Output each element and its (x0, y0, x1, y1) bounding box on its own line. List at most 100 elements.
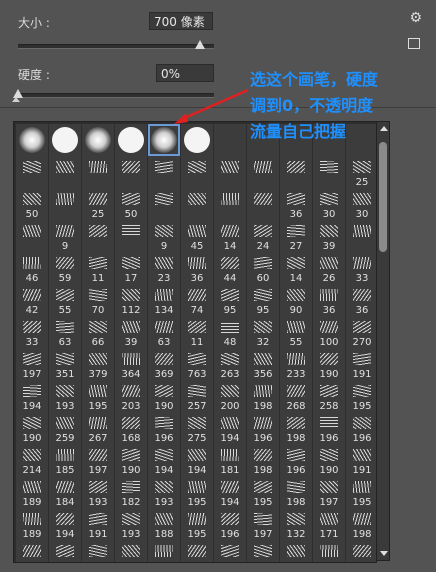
brush-preset[interactable]: 214 (16, 444, 48, 476)
brush-preset[interactable]: 195 (346, 380, 376, 412)
brush-preset[interactable]: 267 (82, 412, 114, 444)
brush-preset[interactable]: 258 (313, 380, 345, 412)
brush-preset[interactable] (280, 156, 312, 188)
brush-preset[interactable]: 197 (16, 348, 48, 380)
brush-preset[interactable]: 74 (181, 284, 213, 316)
brush-preset[interactable]: 32 (247, 316, 279, 348)
brush-preset[interactable] (346, 220, 376, 252)
hardness-input[interactable]: 0% (156, 64, 214, 82)
brush-preset[interactable]: 195 (247, 476, 279, 508)
brush-preset[interactable] (247, 156, 279, 188)
brush-preset[interactable]: 46 (16, 252, 48, 284)
brush-preset[interactable]: 195 (181, 508, 213, 540)
brush-preset[interactable]: 198 (247, 444, 279, 476)
brush-preset[interactable]: 194 (148, 444, 180, 476)
brush-preset[interactable]: 189 (16, 476, 48, 508)
brush-preset[interactable]: 188 (148, 508, 180, 540)
brush-preset[interactable]: 33 (16, 316, 48, 348)
brush-preset[interactable]: 190 (148, 380, 180, 412)
brush-preset[interactable]: 196 (346, 412, 376, 444)
brush-preset[interactable]: 196 (247, 412, 279, 444)
brush-preset[interactable]: 191 (346, 444, 376, 476)
brush-preset[interactable]: 190 (313, 348, 345, 380)
brush-preset[interactable]: 194 (49, 508, 81, 540)
brush-preset[interactable] (313, 540, 345, 562)
brush-preset[interactable] (214, 156, 246, 188)
brush-preset[interactable]: 30 (346, 188, 376, 220)
brush-preset[interactable]: 369 (148, 348, 180, 380)
brush-preset[interactable]: 27 (280, 220, 312, 252)
brush-preset[interactable]: 14 (214, 220, 246, 252)
brush-preset[interactable]: 39 (115, 316, 147, 348)
size-slider[interactable] (18, 44, 214, 49)
brush-preset[interactable]: 48 (214, 316, 246, 348)
brush-preset[interactable] (313, 156, 345, 188)
brush-preset[interactable] (214, 188, 246, 220)
brush-preset[interactable] (115, 156, 147, 188)
brush-preset[interactable]: 55 (280, 316, 312, 348)
brush-preset[interactable]: 763 (181, 348, 213, 380)
brush-preset-round[interactable] (82, 124, 114, 156)
brush-preset[interactable]: 195 (346, 476, 376, 508)
scroll-thumb[interactable] (379, 142, 387, 252)
brush-preset[interactable]: 189 (16, 508, 48, 540)
brush-preset[interactable]: 195 (181, 476, 213, 508)
brush-preset[interactable]: 36 (181, 252, 213, 284)
brush-preset[interactable]: 66 (82, 316, 114, 348)
brush-preset[interactable]: 36 (346, 284, 376, 316)
brush-preset[interactable]: 181 (214, 444, 246, 476)
brush-preset[interactable]: 190 (16, 412, 48, 444)
brush-preset-round[interactable] (16, 124, 48, 156)
brush-preset[interactable]: 168 (115, 412, 147, 444)
brush-preset[interactable]: 44 (214, 252, 246, 284)
brush-preset[interactable] (115, 220, 147, 252)
brush-preset[interactable]: 379 (82, 348, 114, 380)
brush-preset[interactable]: 182 (115, 476, 147, 508)
brush-preset[interactable]: 25 (82, 188, 114, 220)
brush-preset[interactable]: 11 (181, 316, 213, 348)
brush-preset[interactable]: 39 (313, 220, 345, 252)
brush-preset[interactable] (82, 156, 114, 188)
brush-preset[interactable]: 364 (115, 348, 147, 380)
brush-preset[interactable] (49, 156, 81, 188)
brush-preset[interactable]: 193 (115, 508, 147, 540)
brush-preset[interactable]: 63 (148, 316, 180, 348)
brush-preset[interactable]: 195 (82, 380, 114, 412)
brush-preset[interactable]: 270 (346, 316, 376, 348)
brush-preset[interactable]: 112 (115, 284, 147, 316)
brush-preset[interactable] (148, 540, 180, 562)
brush-preset[interactable] (49, 188, 81, 220)
brush-preset[interactable]: 356 (247, 348, 279, 380)
brush-preset[interactable]: 60 (247, 252, 279, 284)
brush-preset[interactable]: 59 (49, 252, 81, 284)
brush-preset[interactable]: 55 (49, 284, 81, 316)
new-preset-icon[interactable] (408, 38, 420, 49)
brush-preset[interactable]: 193 (148, 476, 180, 508)
brush-preset[interactable]: 275 (181, 412, 213, 444)
brush-preset[interactable]: 171 (313, 508, 345, 540)
brush-preset[interactable] (181, 188, 213, 220)
brush-preset[interactable]: 190 (313, 444, 345, 476)
brush-preset[interactable] (247, 540, 279, 562)
brush-preset[interactable]: 42 (16, 284, 48, 316)
brush-preset[interactable] (49, 540, 81, 562)
brush-preset[interactable] (82, 220, 114, 252)
brush-preset[interactable]: 200 (214, 380, 246, 412)
brush-preset[interactable]: 95 (247, 284, 279, 316)
brush-preset[interactable]: 191 (82, 508, 114, 540)
brush-preset[interactable]: 63 (49, 316, 81, 348)
brush-preset[interactable]: 257 (181, 380, 213, 412)
brush-preset[interactable] (148, 188, 180, 220)
brush-preset[interactable] (148, 156, 180, 188)
brush-preset[interactable] (214, 540, 246, 562)
brush-preset[interactable]: 197 (247, 508, 279, 540)
brush-preset[interactable]: 184 (49, 476, 81, 508)
brush-preset[interactable]: 193 (82, 476, 114, 508)
brush-preset[interactable]: 196 (214, 508, 246, 540)
brush-preset[interactable]: 9 (49, 220, 81, 252)
brush-preset[interactable] (82, 540, 114, 562)
brush-preset[interactable]: 17 (115, 252, 147, 284)
size-input[interactable]: 700 像素 (149, 12, 213, 30)
brush-preset[interactable]: 36 (280, 188, 312, 220)
brush-preset[interactable]: 134 (148, 284, 180, 316)
